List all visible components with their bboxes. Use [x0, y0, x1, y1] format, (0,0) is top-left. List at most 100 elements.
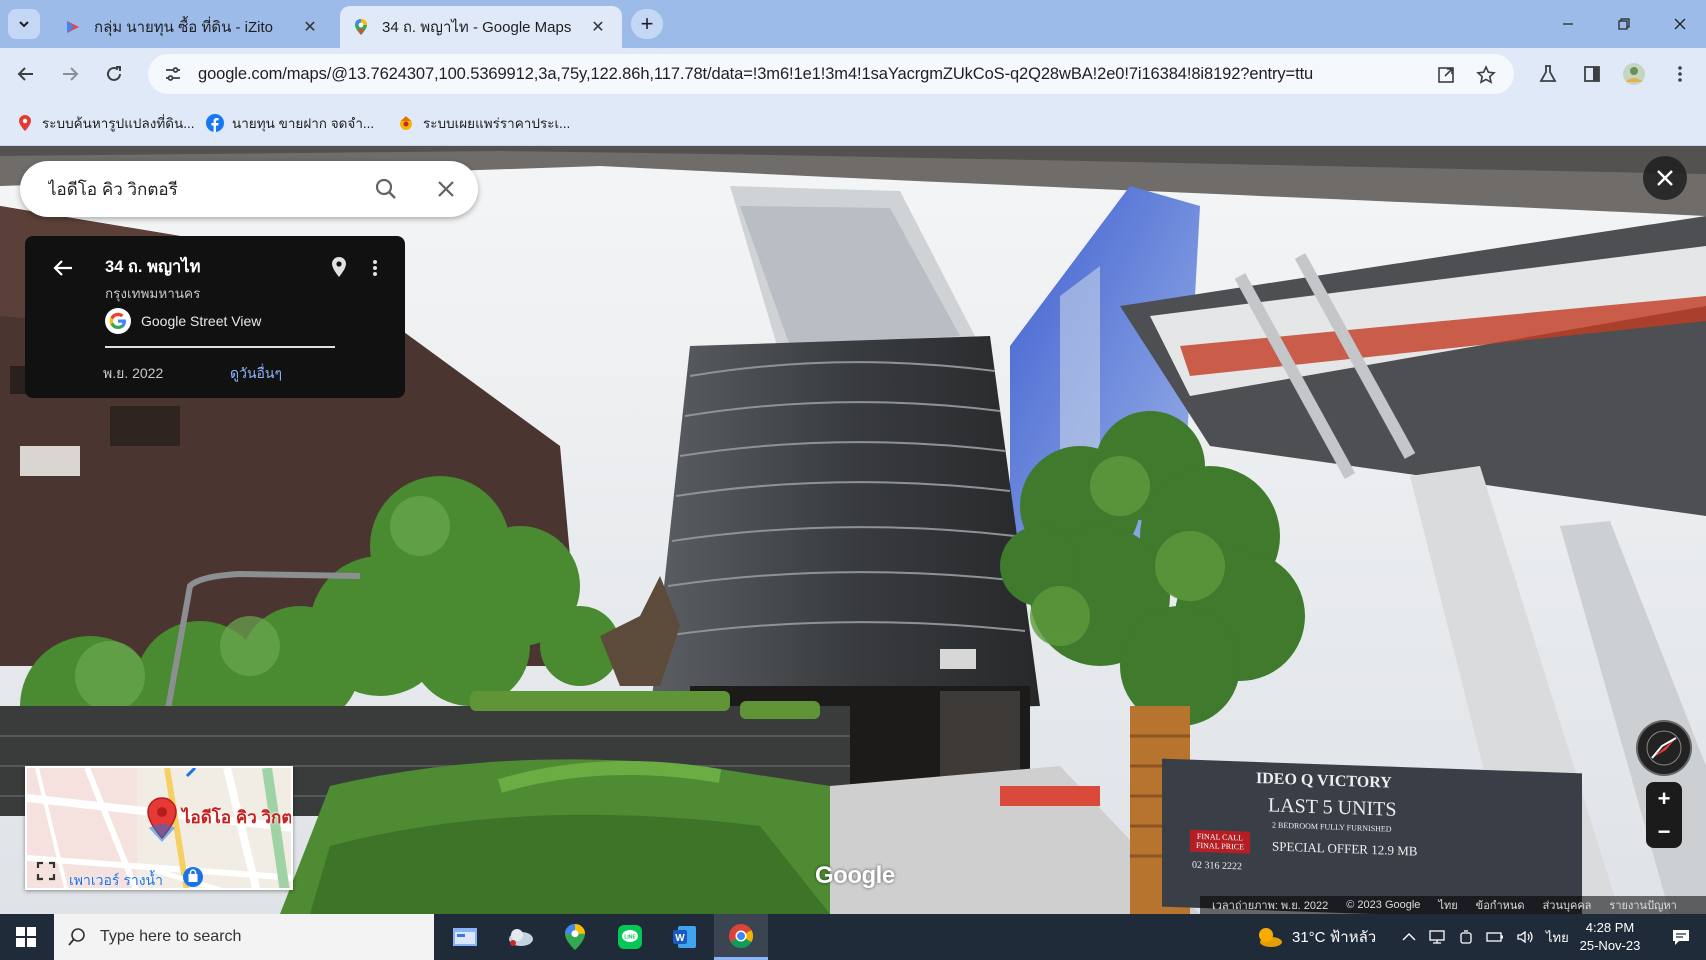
- footer-copyright: © 2023 Google: [1346, 899, 1421, 911]
- network-icon[interactable]: [1428, 929, 1446, 945]
- bookmark-facebook[interactable]: นายทุน ขายฝาก จดจำ...: [206, 112, 374, 134]
- open-in-app-icon[interactable]: [1434, 63, 1458, 87]
- see-more-dates-link[interactable]: ดูวันอื่นๆ: [230, 363, 282, 385]
- tab-google-maps[interactable]: 34 ถ. พญาไท - Google Maps ✕: [340, 6, 622, 48]
- chevron-up-icon[interactable]: [1402, 932, 1416, 942]
- kebab-menu-icon: [1678, 66, 1682, 82]
- imagery-source-label: Google Street View: [141, 313, 262, 329]
- taskbar-app-weather[interactable]: [494, 914, 548, 960]
- restore-button[interactable]: [1596, 0, 1652, 48]
- street-view-info-card: 34 ถ. พญาไท กรุงเทพมหานคร Google Street …: [25, 236, 405, 398]
- map-pin-icon[interactable]: [331, 256, 351, 280]
- taskbar-app-google-maps[interactable]: [548, 914, 602, 960]
- back-button[interactable]: [10, 58, 42, 90]
- street-view-panorama[interactable]: IDEO Q VICTORY LAST 5 UNITS 2 BEDROOM FU…: [0, 146, 1706, 914]
- url-text: google.com/maps/@13.7624307,100.5369912,…: [198, 64, 1314, 83]
- minimap[interactable]: ไอดีโอ คิว วิกตอ เพาเวอร์ รางน้ำ: [25, 766, 293, 890]
- taskbar-app-chrome-beta[interactable]: [714, 914, 768, 960]
- zoom-control: + −: [1646, 782, 1682, 848]
- clock-time: 4:28 PM: [1585, 920, 1635, 935]
- svg-text:LINE: LINE: [624, 935, 636, 941]
- bookmark-label: ระบบเผยแพร่ราคาประเ...: [423, 116, 571, 131]
- forward-button[interactable]: [54, 58, 86, 90]
- site-info-icon[interactable]: [160, 61, 186, 87]
- clock-date: 25-Nov-23: [1579, 938, 1641, 953]
- bookmark-label: นายทุน ขายฝาก จดจำ...: [232, 116, 375, 131]
- clear-search-icon[interactable]: [432, 175, 460, 203]
- meet-now-icon[interactable]: [1458, 929, 1474, 945]
- google-maps-icon: [565, 924, 585, 950]
- close-tab-icon[interactable]: ✕: [300, 17, 320, 37]
- search-icon: [68, 928, 85, 946]
- bookmark-land-search[interactable]: ระบบค้นหารูปแปลงที่ดิน...: [16, 112, 194, 134]
- weather-widget[interactable]: 31°C ฟ้าหลัว: [1254, 914, 1376, 960]
- chrome-icon: [729, 923, 754, 948]
- minimap-place-label: ไอดีโอ คิว วิกตอ: [182, 808, 293, 827]
- taskbar-app-word[interactable]: W: [658, 914, 712, 960]
- location-address: 34 ถ. พญาไท: [105, 258, 201, 276]
- side-panel-button[interactable]: [1576, 58, 1608, 90]
- labs-button[interactable]: [1532, 58, 1564, 90]
- taskbar-search[interactable]: Type here to search: [54, 914, 434, 960]
- cloud-app-icon: [509, 929, 533, 946]
- map-pin-icon: [16, 114, 34, 132]
- tab-title: 34 ถ. พญาไท - Google Maps: [382, 19, 572, 36]
- more-options-icon[interactable]: [365, 256, 385, 280]
- card-divider: [105, 346, 335, 348]
- reload-icon: [107, 66, 121, 81]
- footer-terms[interactable]: ข้อกำหนด: [1476, 896, 1525, 914]
- bookmark-star-icon[interactable]: [1474, 63, 1498, 87]
- footer-language[interactable]: ไทย: [1438, 896, 1457, 914]
- maps-search-input[interactable]: [48, 179, 348, 199]
- start-button[interactable]: [0, 914, 52, 960]
- tab-title: กลุ่ม นายทุน ซื้อ ที่ดิน - iZito: [94, 19, 274, 36]
- system-tray: ไทย: [1402, 914, 1569, 960]
- footer-privacy[interactable]: ส่วนบุคคล: [1543, 896, 1592, 914]
- footer-report[interactable]: รายงานปัญหา: [1609, 896, 1676, 914]
- close-window-button[interactable]: [1652, 0, 1706, 48]
- compass-icon: [1646, 730, 1682, 766]
- tab-izito[interactable]: กลุ่ม นายทุน ซื้อ ที่ดิน - iZito ✕: [52, 6, 334, 48]
- back-arrow-icon[interactable]: [49, 254, 77, 282]
- sun-cloud-icon: [1259, 928, 1282, 947]
- compass-button[interactable]: [1636, 720, 1692, 776]
- side-panel-icon: [1584, 66, 1600, 82]
- street-view-direction-icon: [149, 824, 175, 842]
- browser-menu-button[interactable]: [1664, 58, 1696, 90]
- close-icon: [1657, 170, 1673, 186]
- minimap-street-label: เพาเวอร์ รางน้ำ: [69, 872, 163, 888]
- battery-icon[interactable]: [1486, 930, 1504, 944]
- taskbar-clock[interactable]: 4:28 PM 25-Nov-23: [1565, 919, 1655, 955]
- capture-date: พ.ย. 2022: [103, 365, 164, 381]
- imagery-source: Google Street View: [105, 308, 261, 334]
- address-bar[interactable]: google.com/maps/@13.7624307,100.5369912,…: [148, 54, 1514, 94]
- close-icon: [1674, 18, 1686, 30]
- tab-search-button[interactable]: [8, 9, 40, 39]
- minimize-icon: [1563, 23, 1573, 25]
- zoom-out-button[interactable]: −: [1646, 815, 1682, 848]
- google-maps-favicon-icon: [352, 18, 370, 36]
- taskbar-app-line[interactable]: LINE: [603, 914, 657, 960]
- taskbar-app-explorer[interactable]: [438, 914, 492, 960]
- google-logo-icon: [105, 308, 131, 334]
- close-street-view-button[interactable]: [1643, 156, 1687, 200]
- notification-center-button[interactable]: [1656, 914, 1706, 960]
- search-icon[interactable]: [372, 175, 400, 203]
- volume-icon[interactable]: [1516, 929, 1534, 945]
- billboard-tag: FINAL CALL FINAL PRICE: [1190, 829, 1250, 854]
- street-view-footer: เวลาถ่ายภาพ: พ.ย. 2022 © 2023 Google ไทย…: [1200, 896, 1706, 914]
- bookmark-price-system[interactable]: ระบบเผยแพร่ราคาประเ...: [397, 112, 570, 134]
- profile-avatar[interactable]: [1618, 58, 1650, 90]
- izito-favicon-icon: [64, 18, 82, 36]
- arrow-right-icon: [63, 67, 79, 81]
- location-city: กรุงเทพมหานคร: [105, 286, 201, 301]
- expand-map-icon[interactable]: [33, 858, 59, 884]
- maps-search-box: [20, 161, 478, 217]
- minimize-button[interactable]: [1540, 0, 1596, 48]
- new-tab-button[interactable]: +: [631, 9, 663, 39]
- reload-button[interactable]: [98, 58, 130, 90]
- close-tab-icon[interactable]: ✕: [588, 17, 608, 37]
- browser-toolbar: google.com/maps/@13.7624307,100.5369912,…: [0, 48, 1706, 100]
- billboard-line: IDEO Q VICTORY: [1256, 769, 1392, 792]
- zoom-in-button[interactable]: +: [1646, 782, 1682, 815]
